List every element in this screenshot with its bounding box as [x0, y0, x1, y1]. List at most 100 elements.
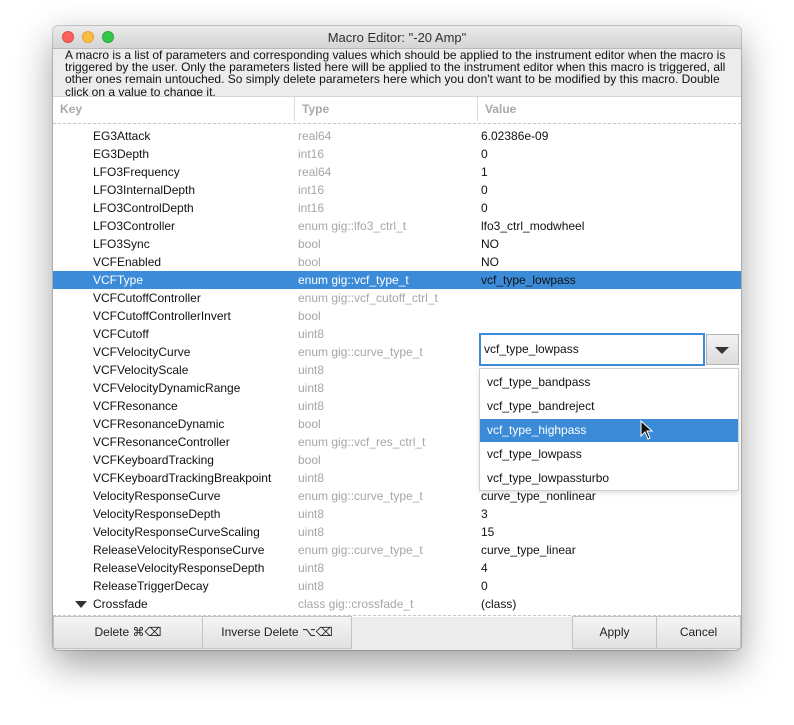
table-row[interactable]: VelocityResponseDepth uint8 3	[53, 505, 741, 523]
vcf-type-combobox[interactable]: vcf_type_lowpass	[479, 333, 740, 366]
column-header-value[interactable]: Value	[477, 97, 741, 121]
row-key: ReleaseVelocityResponseDepth	[93, 561, 265, 575]
combobox-dropdown-button[interactable]	[706, 334, 739, 365]
row-value[interactable]: 0	[481, 577, 488, 595]
column-header-key[interactable]: Key	[53, 97, 294, 121]
row-type: uint8	[298, 363, 325, 377]
row-type: uint8	[298, 561, 325, 575]
combobox-option[interactable]: vcf_type_lowpassturbo	[480, 467, 738, 490]
combobox-field[interactable]: vcf_type_lowpass	[479, 333, 705, 366]
row-type: enum gig::curve_type_t	[298, 543, 423, 557]
row-value[interactable]: lfo3_ctrl_modwheel	[481, 217, 584, 235]
row-value[interactable]: (class)	[481, 595, 516, 613]
row-type: bool	[298, 309, 321, 323]
row-type: uint8	[298, 471, 325, 485]
table-row[interactable]: ReleaseTriggerDecay uint8 0	[53, 577, 741, 595]
column-header: Key Type Value	[53, 97, 741, 121]
window-title: Macro Editor: "-20 Amp"	[327, 30, 467, 45]
row-type: real64	[298, 165, 332, 179]
row-type: bool	[298, 255, 321, 269]
delete-button[interactable]: Delete ⌘⌫	[53, 616, 203, 649]
combobox-option[interactable]: vcf_type_bandreject	[480, 395, 738, 418]
combobox-popup-menu: vcf_type_bandpass vcf_type_bandreject vcf_…	[479, 368, 739, 491]
row-type: enum gig::curve_type_t	[298, 489, 423, 503]
cancel-button[interactable]: Cancel	[656, 616, 741, 649]
button-bar: Delete ⌘⌫ Inverse Delete ⌥⌫ Apply Cancel	[53, 616, 741, 650]
row-value[interactable]: 1	[481, 163, 488, 181]
mouse-pointer-icon	[640, 420, 654, 440]
column-header-type[interactable]: Type	[294, 97, 477, 121]
top-dashed-divider	[53, 123, 741, 124]
row-value[interactable]: 4	[481, 559, 488, 577]
table-row[interactable]: LFO3ControlDepth int16 0	[53, 199, 741, 217]
row-key: VCFKeyboardTrackingBreakpoint	[93, 471, 272, 485]
row-key: VCFEnabled	[93, 255, 162, 269]
table-row[interactable]: VCFCutoffControllerInvert bool	[53, 307, 741, 325]
row-key: VCFVelocityCurve	[93, 345, 191, 359]
row-key: EG3Depth	[93, 147, 150, 161]
title-bar: Macro Editor: "-20 Amp"	[53, 26, 741, 49]
combobox-option[interactable]: vcf_type_lowpass	[480, 443, 738, 466]
row-type: uint8	[298, 507, 325, 521]
table-row[interactable]: EG3Attack real64 6.02386e-09	[53, 127, 741, 145]
row-type: class gig::crossfade_t	[298, 597, 414, 611]
row-key: LFO3ControlDepth	[93, 201, 194, 215]
row-key: VelocityResponseCurve	[93, 489, 221, 503]
row-value[interactable]: 15	[481, 523, 494, 541]
table-row[interactable]: VelocityResponseCurveScaling uint8 15	[53, 523, 741, 541]
row-value[interactable]: 6.02386e-09	[481, 127, 548, 145]
row-key: LFO3InternalDepth	[93, 183, 196, 197]
row-type: uint8	[298, 399, 325, 413]
table-row[interactable]: EG3Depth int16 0	[53, 145, 741, 163]
combobox-option[interactable]: vcf_type_bandpass	[480, 371, 738, 394]
row-key: VCFResonanceController	[93, 435, 230, 449]
table-row[interactable]: ReleaseVelocityResponseDepth uint8 4	[53, 559, 741, 577]
table-row[interactable]: Crossfade class gig::crossfade_t (class)	[53, 595, 741, 613]
row-type: uint8	[298, 327, 325, 341]
row-value[interactable]: curve_type_linear	[481, 541, 576, 559]
row-type: int16	[298, 201, 325, 215]
row-value[interactable]: 3	[481, 505, 488, 523]
inverse-delete-button[interactable]: Inverse Delete ⌥⌫	[202, 616, 352, 649]
combobox-option[interactable]: vcf_type_highpass	[480, 419, 738, 442]
row-type: uint8	[298, 579, 325, 593]
row-type: bool	[298, 417, 321, 431]
row-key: VCFType	[93, 273, 144, 287]
row-value[interactable]: 0	[481, 181, 488, 199]
row-type: enum gig::curve_type_t	[298, 345, 423, 359]
table-row[interactable]: LFO3InternalDepth int16 0	[53, 181, 741, 199]
table-row[interactable]: LFO3Sync bool NO	[53, 235, 741, 253]
table-row[interactable]: VCFCutoffController enum gig::vcf_cutoff_…	[53, 289, 741, 307]
row-key: ReleaseTriggerDecay	[93, 579, 209, 593]
apply-button[interactable]: Apply	[572, 616, 657, 649]
row-type: uint8	[298, 381, 325, 395]
table-row[interactable]: VCFType enum gig::vcf_type_t vcf_type_lowp…	[53, 271, 741, 289]
table-row[interactable]: LFO3Frequency real64 1	[53, 163, 741, 181]
row-type: bool	[298, 453, 321, 467]
row-type: int16	[298, 147, 325, 161]
row-key: VelocityResponseDepth	[93, 507, 221, 521]
row-value[interactable]: NO	[481, 235, 499, 253]
row-type: enum gig::vcf_type_t	[298, 273, 409, 287]
macro-editor-window: Macro Editor: "-20 Amp" A macro is a lis…	[53, 26, 741, 650]
table-row[interactable]: VCFEnabled bool NO	[53, 253, 741, 271]
row-key: VCFCutoffControllerInvert	[93, 309, 231, 323]
chevron-down-icon	[715, 347, 729, 354]
row-type: enum gig::vcf_cutoff_ctrl_t	[298, 291, 438, 305]
row-key: VCFVelocityDynamicRange	[93, 381, 241, 395]
description-text: A macro is a list of parameters and corr…	[65, 48, 726, 99]
row-type: int16	[298, 183, 325, 197]
row-type: enum gig::lfo3_ctrl_t	[298, 219, 407, 233]
row-value[interactable]: 0	[481, 199, 488, 217]
row-key: VCFVelocityScale	[93, 363, 189, 377]
row-key: VCFCutoff	[93, 327, 149, 341]
table-row[interactable]: LFO3Controller enum gig::lfo3_ctrl_t lfo3_…	[53, 217, 741, 235]
parameter-tree[interactable]: Key Type Value EG3Attack real64 6.02386e-0…	[53, 96, 741, 617]
row-key: LFO3Controller	[93, 219, 176, 233]
row-value[interactable]: NO	[481, 253, 499, 271]
disclosure-triangle-icon[interactable]	[75, 601, 87, 608]
row-value[interactable]: 0	[481, 145, 488, 163]
table-row[interactable]: ReleaseVelocityResponseCurve enum gig::cu…	[53, 541, 741, 559]
row-value[interactable]: vcf_type_lowpass	[481, 271, 576, 289]
row-type: uint8	[298, 525, 325, 539]
